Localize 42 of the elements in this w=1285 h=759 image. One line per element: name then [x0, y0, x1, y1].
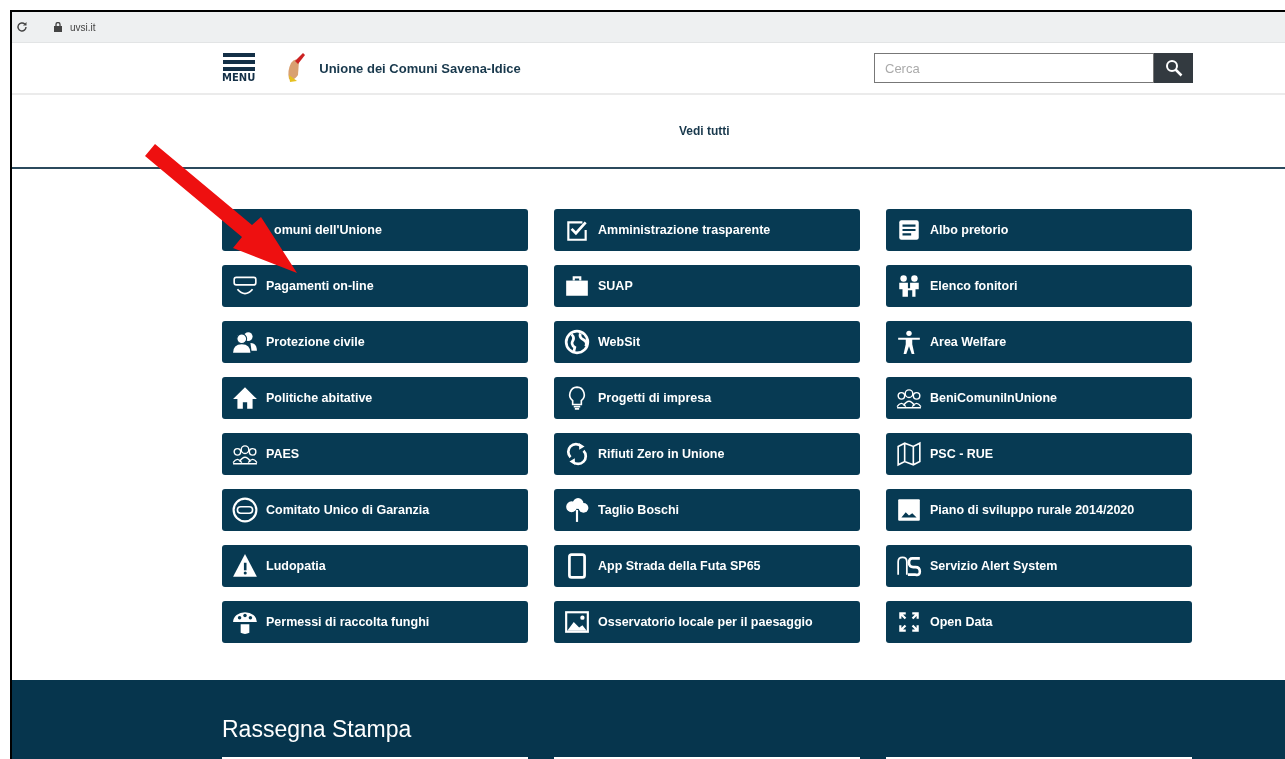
service-tile[interactable]: PAES — [222, 433, 528, 475]
globe-icon — [562, 329, 592, 355]
service-tile[interactable]: Area Welfare — [886, 321, 1192, 363]
menu-button[interactable]: MENU — [222, 53, 256, 83]
service-tile[interactable]: App Strada della Futa SP65 — [554, 545, 860, 587]
service-tile[interactable]: Open Data — [886, 601, 1192, 643]
service-tile[interactable]: Elenco fonitori — [886, 265, 1192, 307]
warning-icon — [230, 553, 260, 579]
service-tile[interactable]: Comitato Unico di Garanzia — [222, 489, 528, 531]
mushroom-icon — [230, 609, 260, 635]
service-tile[interactable]: SUAP — [554, 265, 860, 307]
service-tile[interactable]: Osservatorio locale per il paesaggio — [554, 601, 860, 643]
service-tile[interactable]: WebSit — [554, 321, 860, 363]
map-icon — [894, 441, 924, 467]
service-tile[interactable]: Permessi di raccolta funghi — [222, 601, 528, 643]
search-field[interactable]: Cerca — [874, 53, 1154, 83]
landscape-icon — [562, 609, 592, 635]
service-tile[interactable]: Rifiuti Zero in Unione — [554, 433, 860, 475]
service-tile[interactable]: Taglio Boschi — [554, 489, 860, 531]
logo-icon[interactable] — [285, 53, 308, 83]
search-button[interactable] — [1154, 53, 1193, 83]
service-tile[interactable]: Piano di sviluppo rurale 2014/2020 — [886, 489, 1192, 531]
service-tile[interactable]: Servizio Alert System — [886, 545, 1192, 587]
see-all-link[interactable]: Vedi tutti — [679, 124, 730, 138]
service-tile[interactable]: Ludopatia — [222, 545, 528, 587]
service-tile[interactable]: BeniComuniInUnione — [886, 377, 1192, 419]
address-bar-url[interactable]: uvsi.it — [70, 21, 96, 33]
service-tile[interactable]: Progetti di impresa — [554, 377, 860, 419]
section-heading: Rassegna Stampa — [222, 716, 413, 743]
site-title[interactable]: Unione dei Comuni Savena-Idice — [319, 60, 521, 76]
search-icon — [1164, 59, 1183, 77]
service-tile[interactable]: Protezione civile — [222, 321, 528, 363]
group-icon — [230, 329, 260, 355]
service-tile[interactable]: Pagamenti on-line — [222, 265, 528, 307]
circle-badge-icon — [230, 497, 260, 523]
service-tile[interactable]: Amministrazione trasparente — [554, 209, 860, 251]
alert-logo-icon — [894, 553, 924, 579]
reload-icon[interactable] — [16, 21, 28, 33]
service-tile[interactable]: Albo pretorio — [886, 209, 1192, 251]
service-tile[interactable]: PSC - RUE — [886, 433, 1192, 475]
lock-icon — [54, 22, 62, 32]
service-tile[interactable]: Politiche abitative — [222, 377, 528, 419]
